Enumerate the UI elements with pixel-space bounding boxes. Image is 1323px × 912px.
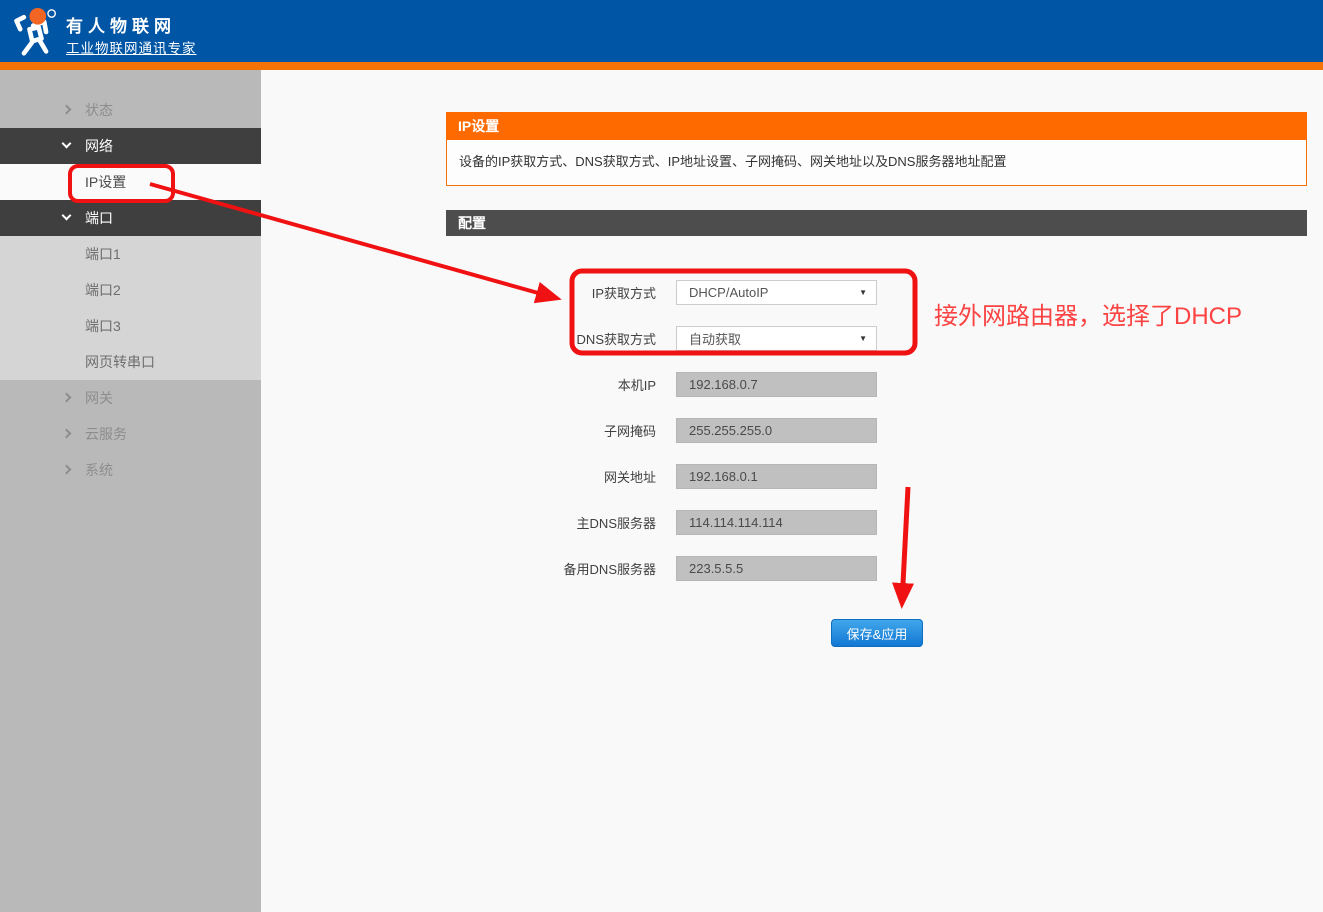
sidebar-item-status[interactable]: 状态	[0, 92, 261, 128]
brand-subtitle: 工业物联网通讯专家	[66, 41, 197, 56]
ip-method-select[interactable]: DHCP/AutoIP ▼	[676, 279, 877, 305]
select-value: DHCP/AutoIP	[689, 284, 769, 300]
sidebar-item-ip-settings[interactable]: IP设置	[0, 164, 261, 200]
field-label: 主DNS服务器	[576, 515, 656, 531]
field-label: DNS获取方式	[576, 331, 656, 347]
field-label: IP获取方式	[591, 285, 656, 301]
ip-settings-panel: IP设置 设备的IP获取方式、DNS获取方式、IP地址设置、子网掩码、网关地址以…	[446, 112, 1307, 186]
sidebar-item-label: IP设置	[85, 174, 127, 190]
sidebar-item-label: 网页转串口	[85, 354, 155, 370]
sidebar-item-label: 系统	[85, 462, 113, 478]
sidebar-item-port3[interactable]: 端口3	[0, 308, 261, 344]
form-row-ip-method: IP获取方式 DHCP/AutoIP ▼	[446, 269, 1086, 315]
sidebar-item-label: 网络	[85, 138, 113, 154]
select-value: 自动获取	[689, 331, 742, 347]
top-header-bar: 有人物联网 工业物联网通讯专家	[0, 0, 1323, 62]
form-row-local-ip: 本机IP	[446, 361, 1086, 407]
form-row-primary-dns: 主DNS服务器	[446, 499, 1086, 545]
panel-title: IP设置	[446, 112, 1307, 140]
select-caret-icon: ▼	[859, 333, 867, 343]
sidebar-item-network[interactable]: 网络	[0, 128, 261, 164]
config-section-header: 配置	[446, 210, 1307, 236]
accent-stripe	[0, 62, 1323, 70]
sidebar-item-label: 端口	[85, 210, 113, 226]
sidebar-nav: 状态 网络 IP设置 端口 端口1 端口2 端口3 网页转串口 网关 云服务 系…	[0, 70, 261, 912]
sidebar-item-cloud-service[interactable]: 云服务	[0, 416, 261, 452]
backup-dns-input	[676, 555, 877, 581]
field-label: 网关地址	[603, 469, 656, 485]
sidebar-item-label: 端口3	[85, 318, 121, 334]
sidebar-item-port2[interactable]: 端口2	[0, 272, 261, 308]
primary-dns-input	[676, 509, 877, 535]
panel-description: 设备的IP获取方式、DNS获取方式、IP地址设置、子网掩码、网关地址以及DNS服…	[446, 140, 1307, 186]
brand-title: 有人物联网	[66, 17, 176, 36]
select-caret-icon: ▼	[859, 287, 867, 297]
field-label: 本机IP	[617, 377, 656, 393]
sidebar-item-web-to-serial[interactable]: 网页转串口	[0, 344, 261, 380]
sidebar-item-gateway[interactable]: 网关	[0, 380, 261, 416]
form-row-subnet-mask: 子网掩码	[446, 407, 1086, 453]
sidebar-item-label: 端口1	[85, 246, 121, 262]
form-row-gateway: 网关地址	[446, 453, 1086, 499]
subnet-mask-input	[676, 417, 877, 443]
field-label: 备用DNS服务器	[563, 561, 656, 577]
usr-iot-logo-icon	[14, 8, 57, 56]
form-row-dns-method: DNS获取方式 自动获取 ▼	[446, 315, 1086, 361]
local-ip-input	[676, 371, 877, 397]
form-row-backup-dns: 备用DNS服务器	[446, 545, 1086, 591]
save-apply-button[interactable]: 保存&应用	[831, 619, 923, 647]
sidebar-item-port1[interactable]: 端口1	[0, 236, 261, 272]
sidebar-item-label: 云服务	[85, 426, 127, 442]
gateway-input	[676, 463, 877, 489]
sidebar-item-system[interactable]: 系统	[0, 452, 261, 488]
field-label: 子网掩码	[603, 423, 656, 439]
sidebar-item-label: 状态	[85, 102, 113, 118]
sidebar-item-label: 网关	[85, 390, 113, 406]
sidebar-item-label: 端口2	[85, 282, 121, 298]
dns-method-select[interactable]: 自动获取 ▼	[676, 325, 877, 351]
sidebar-item-ports[interactable]: 端口	[0, 200, 261, 236]
ip-config-form: IP获取方式 DHCP/AutoIP ▼ DNS获取方式 自动获取 ▼ 本机IP…	[446, 269, 1086, 591]
